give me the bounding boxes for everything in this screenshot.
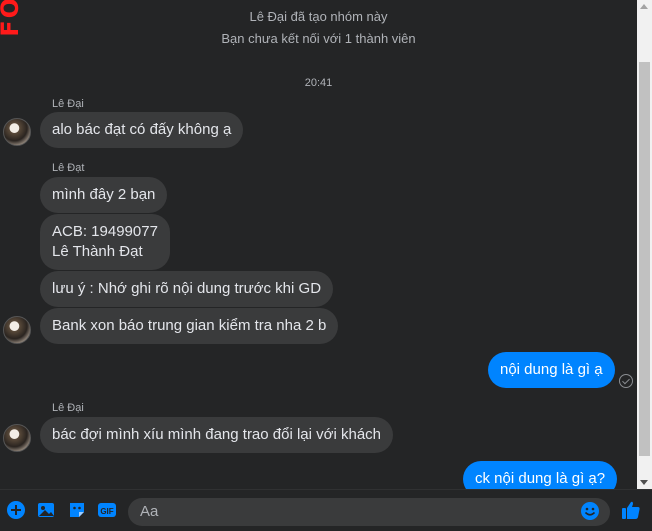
message-input[interactable]: Aa	[128, 498, 610, 526]
message-line: ACB: 19499077	[52, 223, 158, 240]
avatar[interactable]	[3, 424, 31, 452]
outgoing-message-bubble[interactable]: ck nội dung là gì ạ?	[463, 461, 618, 489]
chat-thread[interactable]: FO Lê Đại đã tạo nhóm này Bạn chưa kết n…	[0, 0, 637, 489]
outgoing-message-bubble[interactable]: nội dung là gì ạ	[488, 352, 615, 388]
gif-icon[interactable]: GIF	[97, 500, 117, 520]
scroll-down-arrow-icon[interactable]	[640, 480, 648, 485]
thumbs-up-icon[interactable]	[620, 499, 642, 521]
sticker-icon[interactable]	[67, 500, 87, 520]
message-bubble[interactable]: mình đây 2 bạn	[40, 177, 168, 213]
message-bubble[interactable]: lưu ý : Nhớ ghi rõ nội dung trước khi GD	[40, 271, 334, 307]
scrollbar[interactable]	[637, 0, 652, 489]
plus-circle-icon[interactable]	[6, 500, 26, 520]
message-bubble[interactable]: ACB: 19499077 Lê Thành Đạt	[40, 214, 170, 270]
time-divider: 20:41	[304, 77, 333, 89]
not-connected-notice: Bạn chưa kết nối với 1 thành viên	[221, 31, 416, 46]
sender-name: Lê Đạt	[52, 162, 85, 174]
message-bubble[interactable]: Bank xon báo trung gian kiểm tra nha 2 b	[40, 308, 339, 344]
scrollbar-thumb[interactable]	[639, 62, 650, 456]
scroll-up-arrow-icon[interactable]	[640, 4, 648, 9]
gif-label: GIF	[100, 507, 113, 516]
avatar[interactable]	[3, 118, 31, 146]
message-bubble[interactable]: alo bác đạt có đấy không ạ	[40, 112, 244, 148]
group-created-notice: Lê Đại đã tạo nhóm này	[249, 9, 388, 24]
sender-name: Lê Đại	[52, 98, 84, 110]
photo-icon[interactable]	[36, 500, 56, 520]
avatar[interactable]	[3, 316, 31, 344]
message-composer: GIF Aa	[0, 489, 652, 531]
message-line: Lê Thành Đạt	[52, 243, 143, 260]
sent-check-icon	[619, 374, 633, 388]
sender-name: Lê Đại	[52, 402, 84, 414]
message-bubble[interactable]: bác đợi mình xíu mình đang trao đổi lại …	[40, 417, 394, 453]
emoji-icon[interactable]	[580, 501, 600, 521]
